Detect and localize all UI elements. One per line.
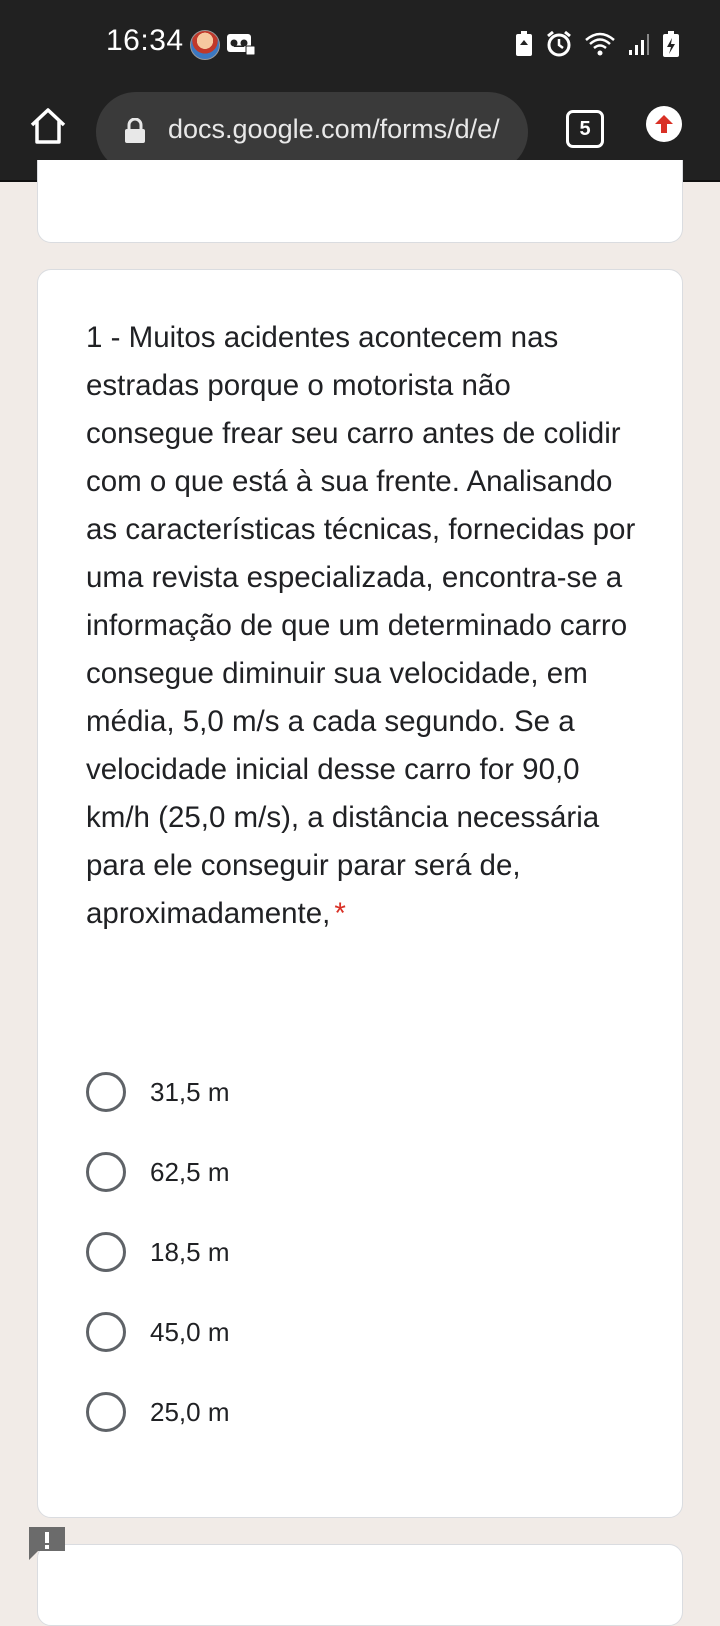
alarm-icon — [547, 30, 571, 57]
notification-avatar-icon — [190, 30, 220, 60]
radio-button[interactable] — [86, 1072, 126, 1112]
status-time: 16:34 — [106, 24, 184, 57]
question-text: 1 - Muitos acidentes acontecem nas estra… — [86, 321, 636, 930]
required-asterisk: * — [334, 897, 346, 930]
question-card: 1 - Muitos acidentes acontecem nas estra… — [37, 269, 683, 1518]
update-button[interactable] — [646, 106, 682, 142]
radio-button[interactable] — [86, 1392, 126, 1432]
previous-card — [37, 160, 683, 243]
arrow-up-icon — [655, 115, 673, 133]
radio-button[interactable] — [86, 1152, 126, 1192]
option-5[interactable]: 25,0 m — [86, 1390, 626, 1434]
url-text: docs.google.com/forms/d/e/ — [168, 114, 500, 144]
feedback-icon[interactable] — [26, 1524, 68, 1562]
question-title: 1 - Muitos acidentes acontecem nas estra… — [86, 314, 646, 938]
battery-icon — [663, 31, 679, 57]
status-bar: 16:34 — [0, 0, 720, 88]
voicemail-icon — [227, 34, 256, 56]
option-3[interactable]: 18,5 m — [86, 1230, 626, 1274]
tab-switcher-button[interactable]: 5 — [566, 110, 604, 148]
signal-icon — [629, 34, 649, 55]
wifi-icon — [585, 32, 615, 56]
radio-button[interactable] — [86, 1312, 126, 1352]
radio-button[interactable] — [86, 1232, 126, 1272]
option-label: 45,0 m — [150, 1316, 230, 1347]
option-label: 25,0 m — [150, 1396, 230, 1427]
option-label: 62,5 m — [150, 1156, 230, 1187]
option-label: 31,5 m — [150, 1076, 230, 1107]
option-4[interactable]: 45,0 m — [86, 1310, 626, 1354]
battery-saver-icon — [516, 31, 532, 56]
option-label: 18,5 m — [150, 1236, 230, 1267]
option-1[interactable]: 31,5 m — [86, 1070, 626, 1114]
lock-icon — [125, 118, 145, 143]
next-card — [37, 1544, 683, 1626]
option-2[interactable]: 62,5 m — [86, 1150, 626, 1194]
home-icon[interactable] — [26, 104, 70, 148]
